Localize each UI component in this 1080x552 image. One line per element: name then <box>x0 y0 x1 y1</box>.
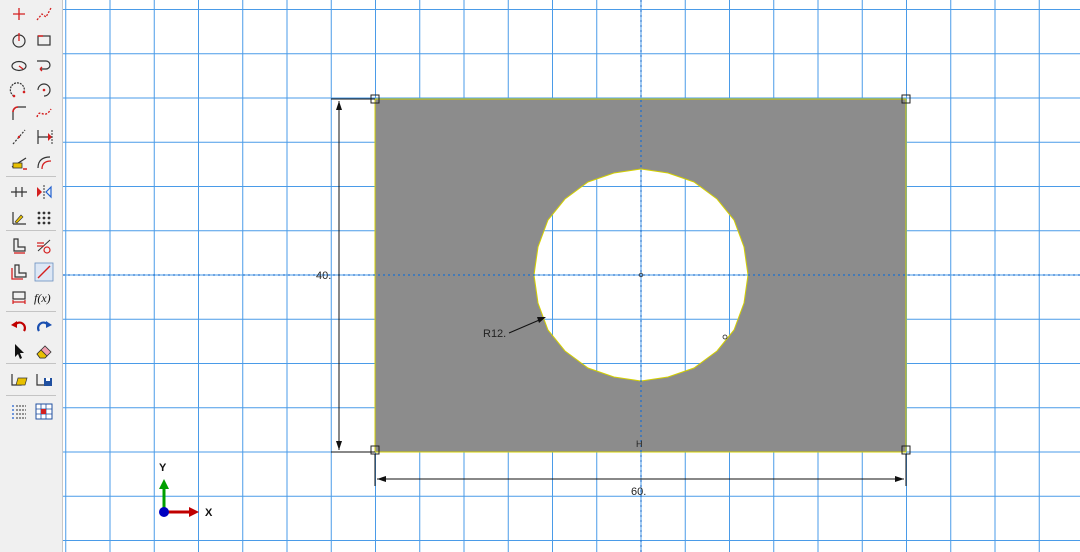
toolbox-row <box>8 208 58 228</box>
create-polyline-icon <box>36 7 52 21</box>
create-rectangle-button[interactable] <box>33 30 55 50</box>
create-rectangle-icon <box>37 35 51 46</box>
sketch-grid <box>63 0 1080 552</box>
toolbox-row <box>8 236 58 256</box>
edit-geometry-icon <box>11 264 27 280</box>
create-point-button[interactable] <box>8 4 30 24</box>
mirror-button[interactable] <box>33 182 55 202</box>
edit-dimension-value-icon <box>34 262 54 282</box>
save-sketch-icon <box>36 374 52 386</box>
grid-settings-icon <box>35 403 53 420</box>
sketch-canvas[interactable]: 40. 60. R12. H Y X <box>63 0 1080 552</box>
sketch-options-icon <box>12 212 26 225</box>
toolbox-row <box>8 152 58 172</box>
create-fillet-button[interactable] <box>8 103 30 123</box>
create-circle-button[interactable] <box>8 30 30 50</box>
transform-icon <box>12 291 26 304</box>
toolbox-row <box>8 369 58 389</box>
array-pattern-button[interactable] <box>33 208 55 228</box>
undo-button[interactable] <box>8 317 30 337</box>
edit-geometry-button[interactable] <box>8 262 30 282</box>
parameter-manager-icon <box>37 239 51 254</box>
function-fx-button[interactable]: f(x) <box>33 287 55 307</box>
axis-triad <box>159 479 199 517</box>
sketch-viewport[interactable]: 40. 60. R12. H Y X <box>63 0 1080 552</box>
select-arrow-icon <box>15 344 24 359</box>
toolbox-row <box>8 182 58 202</box>
toolbox-separator <box>6 363 56 364</box>
edit-dimension-value-button[interactable] <box>33 262 55 282</box>
edit-dimension-button[interactable] <box>8 236 30 256</box>
toolbox-row <box>8 103 58 123</box>
toolbox-separator <box>6 395 56 396</box>
parameter-manager-button[interactable] <box>33 236 55 256</box>
auto-trim-button[interactable] <box>8 152 30 172</box>
svg-text:f(x): f(x) <box>34 291 51 305</box>
height-dimension-label[interactable]: 40. <box>316 270 331 282</box>
toolbox-row <box>8 56 58 76</box>
dimension-icon <box>37 130 53 144</box>
mirror-icon <box>37 185 52 199</box>
toolbox-row <box>8 317 58 337</box>
redo-icon <box>37 321 52 332</box>
toolbox-separator <box>6 230 56 231</box>
create-arc-tangent-button[interactable] <box>33 56 55 76</box>
undo-icon <box>11 321 26 332</box>
create-arc-three-points-icon <box>9 82 26 98</box>
create-polyline-button[interactable] <box>33 4 55 24</box>
toolbox-row <box>8 262 58 282</box>
triad-y-label: Y <box>159 462 167 474</box>
create-arc-center-icon <box>37 83 51 97</box>
edit-dimension-icon <box>13 238 26 254</box>
edge-point[interactable] <box>722 334 728 340</box>
toolbox-row <box>8 127 58 147</box>
toolbox-row <box>8 80 58 100</box>
select-arrow-button[interactable] <box>8 341 30 361</box>
toolbox-separator <box>6 311 56 312</box>
dimension-button[interactable] <box>33 127 55 147</box>
create-spline-icon <box>36 108 52 118</box>
create-circle-icon <box>12 33 26 48</box>
sketch-options-button[interactable] <box>8 208 30 228</box>
transform-button[interactable] <box>8 287 30 307</box>
create-arc-three-points-button[interactable] <box>8 80 30 100</box>
redo-button[interactable] <box>33 317 55 337</box>
open-sketch-button[interactable] <box>8 369 30 389</box>
triad-x-label: X <box>205 507 213 519</box>
function-fx-icon: f(x) <box>34 291 51 305</box>
grid-settings-button[interactable] <box>33 401 55 421</box>
create-point-icon <box>13 8 25 20</box>
eraser-button[interactable] <box>33 341 55 361</box>
array-pattern-icon <box>37 211 51 225</box>
offset-curve-icon <box>37 156 52 170</box>
save-sketch-button[interactable] <box>33 369 55 389</box>
radius-dimension-label[interactable]: R12. <box>483 328 506 340</box>
width-dimension-label[interactable]: 60. <box>631 486 646 498</box>
toolbox-row: f(x) <box>8 287 58 307</box>
construction-line-icon <box>12 129 26 145</box>
offset-curve-button[interactable] <box>33 152 55 172</box>
create-arc-tangent-icon <box>37 60 51 72</box>
open-sketch-icon <box>11 374 28 386</box>
create-ellipse-icon <box>11 60 27 72</box>
toolbox-row <box>8 30 58 50</box>
eraser-icon <box>36 345 52 359</box>
create-spline-button[interactable] <box>33 103 55 123</box>
sketch-toolbox: f(x) <box>0 0 63 552</box>
toolbox-separator <box>6 176 56 177</box>
toolbox-row <box>8 341 58 361</box>
horizontal-constraint-marker: H <box>636 439 643 449</box>
create-fillet-icon <box>12 106 26 120</box>
create-arc-center-button[interactable] <box>33 80 55 100</box>
sketch-list-icon <box>12 405 26 419</box>
construction-line-button[interactable] <box>8 127 30 147</box>
toolbox-row <box>8 401 58 421</box>
add-constraint-button[interactable] <box>8 182 30 202</box>
sketch-list-button[interactable] <box>8 401 30 421</box>
auto-trim-icon <box>11 157 27 170</box>
add-constraint-icon <box>11 187 27 197</box>
create-ellipse-button[interactable] <box>8 56 30 76</box>
toolbox-row <box>8 4 58 24</box>
